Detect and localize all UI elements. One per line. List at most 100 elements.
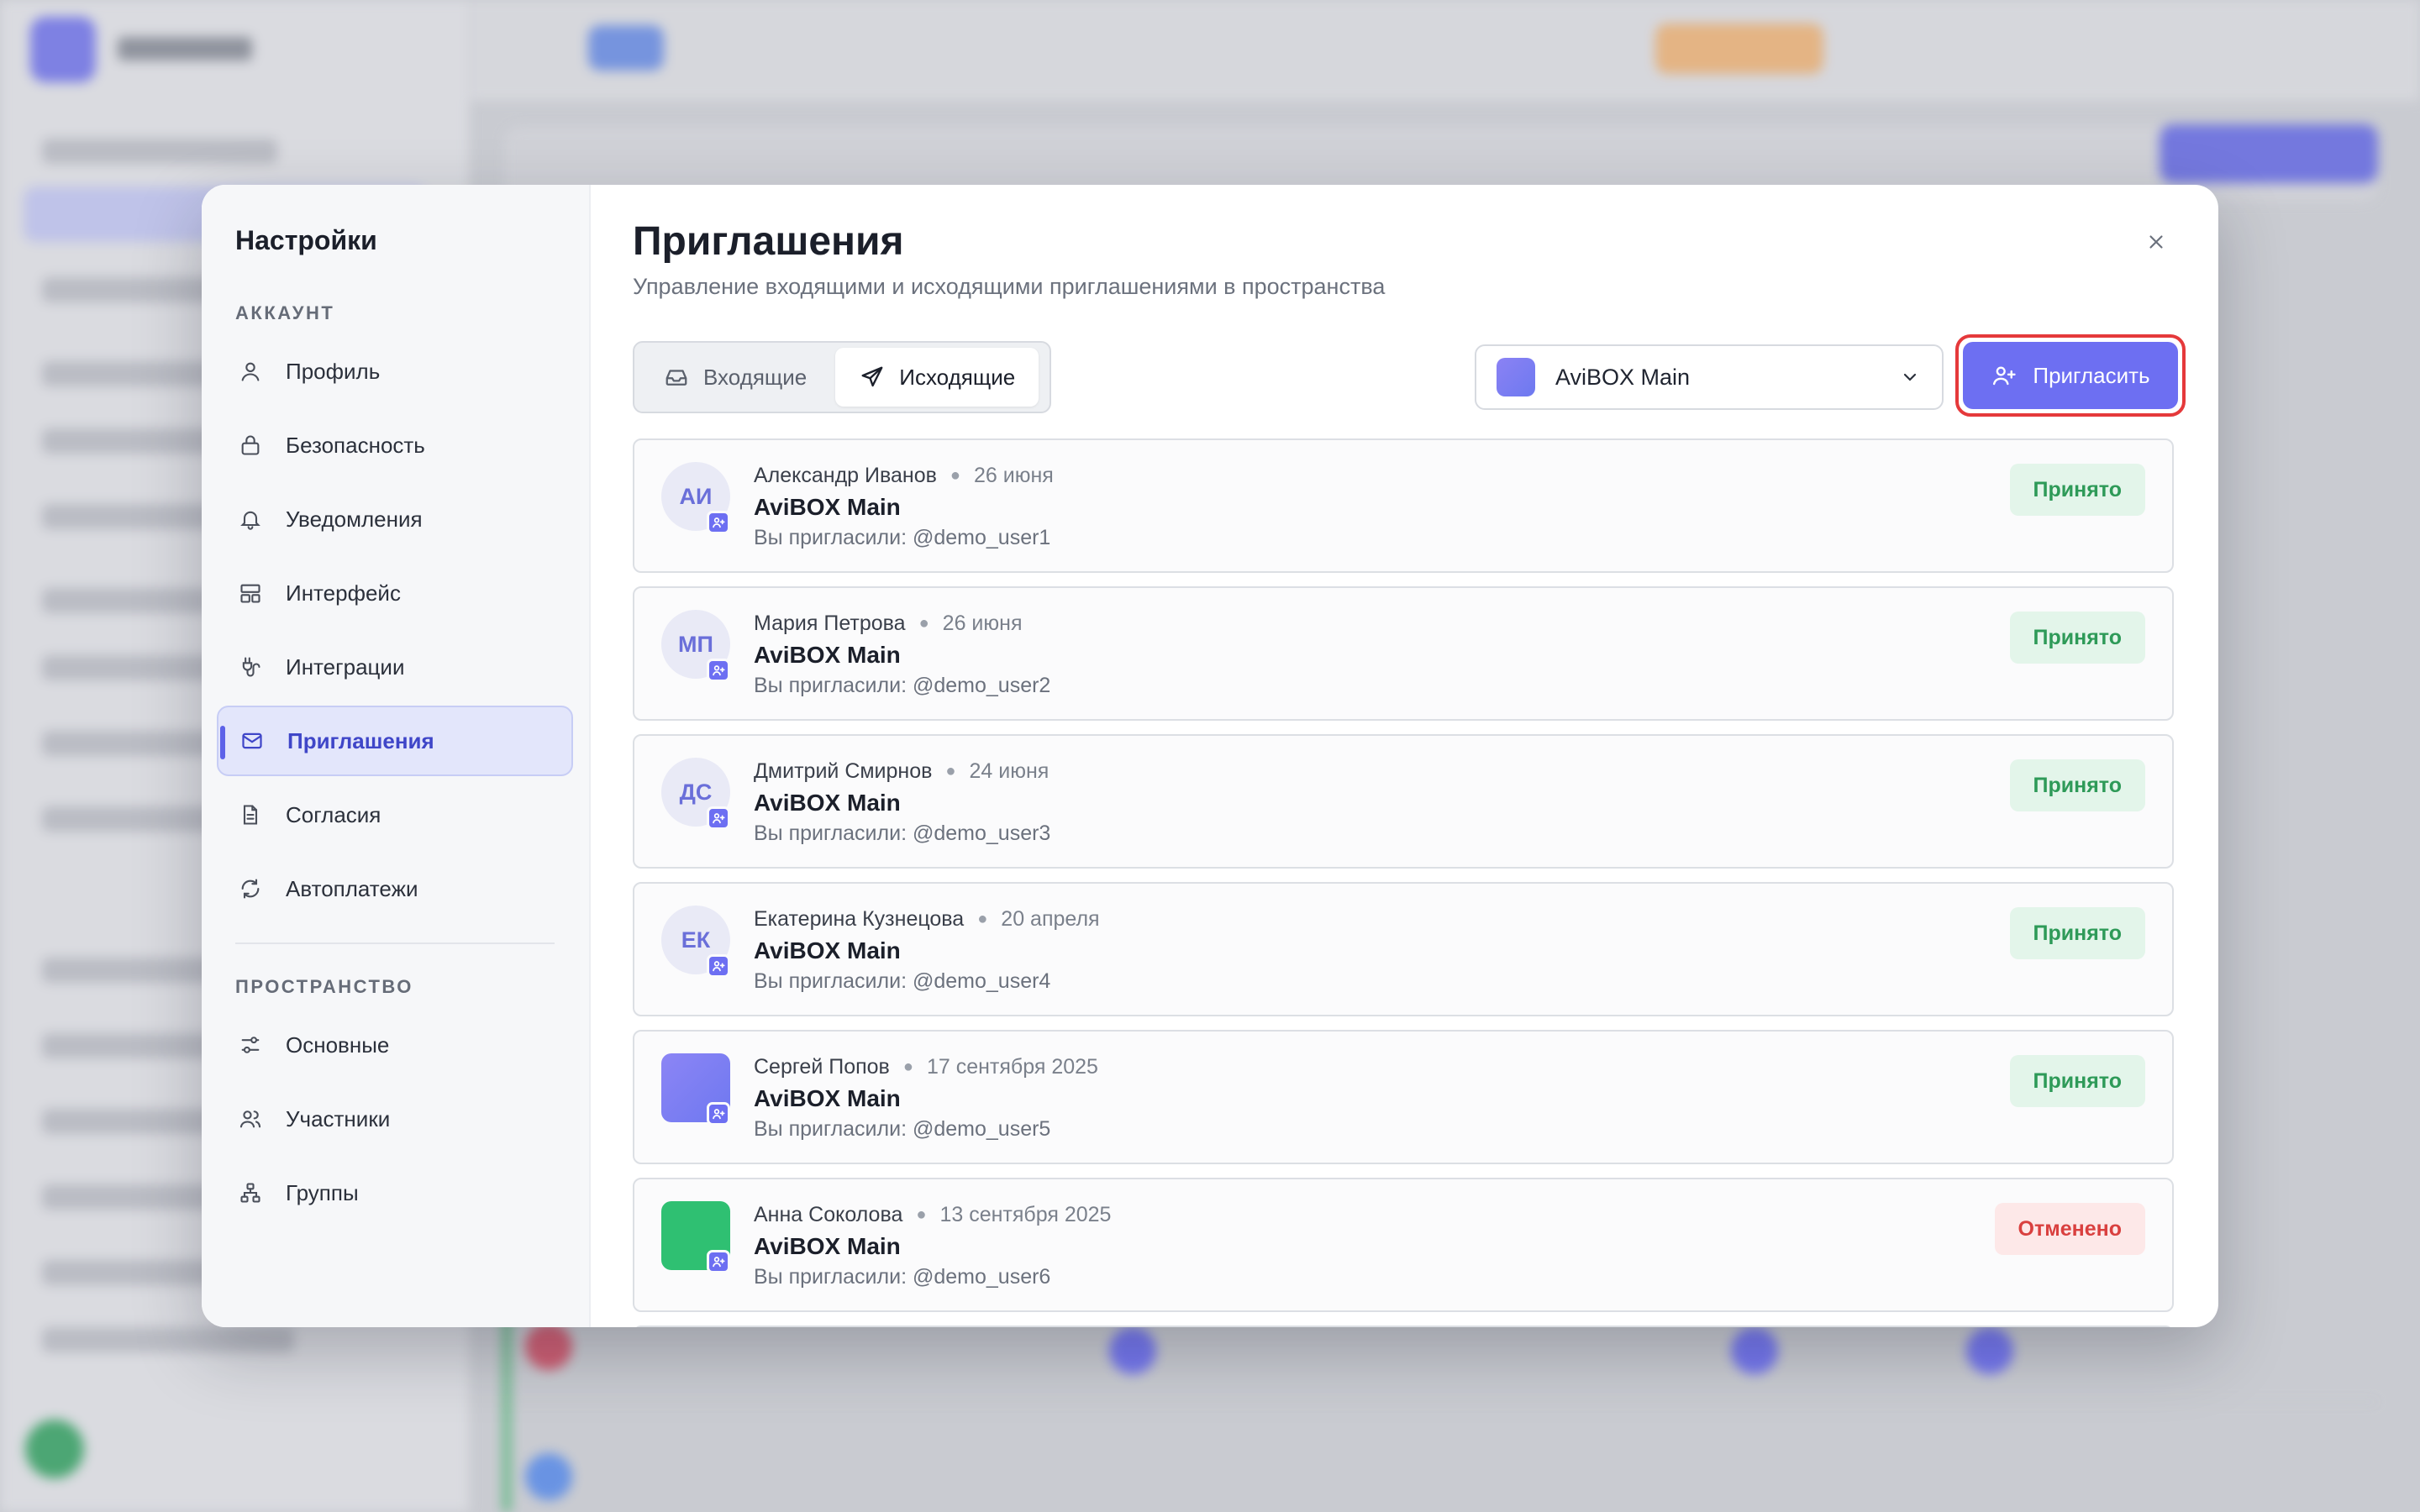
lock-icon <box>237 432 264 459</box>
invitee-name: Сергей Попов <box>754 1055 890 1079</box>
invitation-meta: Анна Соколова ● 13 сентября 2025 <box>754 1203 1111 1227</box>
background-pill <box>1655 24 1823 74</box>
background-brand <box>118 37 252 60</box>
page-subtitle: Управление входящими и исходящими пригла… <box>633 274 1386 299</box>
background-avatar <box>1109 1327 1156 1374</box>
sidebar-divider <box>235 942 555 944</box>
sidebar-item-label: Уведомления <box>286 506 423 532</box>
invitations-panel: Приглашения Управление входящими и исход… <box>591 185 2218 1327</box>
chevron-down-icon <box>1898 365 1922 389</box>
sidebar-item-integrations[interactable]: Интеграции <box>217 632 573 702</box>
invitation-date: 26 июня <box>942 612 1023 635</box>
status-badge: Принято <box>2009 1055 2145 1107</box>
sliders-icon <box>237 1032 264 1058</box>
space-section-label: ПРОСТРАНСТВО <box>235 976 413 997</box>
invited-by: Вы пригласили: @demo_user1 <box>754 526 1051 549</box>
tab-incoming[interactable]: Входящие <box>639 348 830 407</box>
separator-dot: ● <box>977 910 988 928</box>
layout-icon <box>237 580 264 606</box>
sidebar-item-label: Приглашения <box>287 727 434 753</box>
workspace-select-value: AviBOX Main <box>1555 364 1691 390</box>
invitation-space: AviBOX Main <box>754 494 901 520</box>
invitee-name: Анна Соколова <box>754 1203 903 1226</box>
send-icon <box>859 364 886 391</box>
background-nav-line <box>42 588 210 613</box>
workspace-select[interactable]: AviBOX Main <box>1475 344 1944 410</box>
background-avatar <box>525 1453 572 1500</box>
user-plus-badge-icon <box>707 1250 730 1273</box>
background-nav-line <box>42 1327 294 1352</box>
invited-by: Вы пригласили: @demo_user3 <box>754 822 1051 845</box>
invitation-card[interactable] <box>633 1326 2174 1327</box>
sidebar-item-general[interactable]: Основные <box>217 1010 573 1080</box>
background-nav-line <box>42 277 227 302</box>
tab-outgoing[interactable]: Исходящие <box>835 348 1039 407</box>
invitation-space: AviBOX Main <box>754 790 901 816</box>
sidebar-item-consents[interactable]: Согласия <box>217 780 573 850</box>
background-row <box>504 1403 2378 1512</box>
invitation-date: 17 сентября 2025 <box>926 1055 1098 1079</box>
background-nav-line <box>42 139 277 164</box>
background-avatar <box>1966 1327 2013 1374</box>
background-accent-bar <box>502 1310 511 1512</box>
sidebar-item-label: Группы <box>286 1179 359 1205</box>
invited-by: Вы пригласили: @demo_user2 <box>754 674 1051 697</box>
invitee-name: Александр Иванов <box>754 464 937 487</box>
user-plus-badge-icon <box>707 659 730 682</box>
invite-button[interactable]: Пригласить <box>1963 342 2178 409</box>
status-badge: Принято <box>2009 759 2145 811</box>
invitation-list: АИ Александр Иванов ● 26 июня AviBOX Main … <box>633 438 2174 1327</box>
separator-dot: ● <box>950 466 960 485</box>
sidebar-item-profile[interactable]: Профиль <box>217 336 573 407</box>
sidebar-item-label: Автоплатежи <box>286 875 418 901</box>
invitation-card[interactable]: ДС Дмитрий Смирнов ● 24 июня AviBOX Main В… <box>633 734 2174 869</box>
plug-icon <box>237 654 264 680</box>
sidebar-item-label: Основные <box>286 1032 390 1058</box>
hierarchy-icon <box>237 1179 264 1206</box>
invitation-card[interactable]: Анна Соколова ● 13 сентября 2025 AviBOX Ma… <box>633 1178 2174 1312</box>
status-badge: Принято <box>2009 907 2145 959</box>
sidebar-item-members[interactable]: Участники <box>217 1084 573 1154</box>
invitation-meta: Сергей Попов ● 17 сентября 2025 <box>754 1055 1098 1079</box>
invitation-space: AviBOX Main <box>754 937 901 963</box>
invitation-meta: Мария Петрова ● 26 июня <box>754 612 1022 636</box>
status-badge: Отменено <box>1994 1203 2145 1255</box>
background-avatar <box>525 1323 572 1370</box>
sidebar-item-interface[interactable]: Интерфейс <box>217 558 573 628</box>
background-avatar <box>1731 1327 1778 1374</box>
invitation-card[interactable]: МП Мария Петрова ● 26 июня AviBOX Main Вы … <box>633 586 2174 721</box>
user-plus-badge-icon <box>707 806 730 830</box>
sidebar-item-label: Интерфейс <box>286 580 401 606</box>
user-plus-icon <box>1991 362 2018 389</box>
close-button[interactable] <box>2136 223 2176 264</box>
sidebar-item-groups[interactable]: Группы <box>217 1158 573 1228</box>
user-plus-badge-icon <box>707 511 730 534</box>
invitation-space: AviBOX Main <box>754 1233 901 1259</box>
separator-dot: ● <box>916 1205 927 1224</box>
settings-sidebar: Настройки АККАУНТ Профиль Безопасность У… <box>202 185 591 1327</box>
invitation-date: 26 июня <box>974 464 1054 487</box>
tab-label: Входящие <box>703 364 808 390</box>
refresh-icon <box>237 875 264 902</box>
mail-icon <box>239 727 266 754</box>
inbox-icon <box>663 364 690 391</box>
invitation-card[interactable]: АИ Александр Иванов ● 26 июня AviBOX Main … <box>633 438 2174 573</box>
sidebar-item-label: Согласия <box>286 801 381 827</box>
users-icon <box>237 1105 264 1132</box>
invitation-card[interactable]: ЕК Екатерина Кузнецова ● 20 апреля AviBOX … <box>633 882 2174 1016</box>
settings-modal: Настройки АККАУНТ Профиль Безопасность У… <box>202 185 2218 1327</box>
sidebar-item-autopayments[interactable]: Автоплатежи <box>217 853 573 924</box>
sidebar-item-label: Интеграции <box>286 654 405 680</box>
invitation-card[interactable]: Сергей Попов ● 17 сентября 2025 AviBOX Mai… <box>633 1030 2174 1164</box>
page-title: Приглашения <box>633 219 904 264</box>
sidebar-item-label: Профиль <box>286 358 381 384</box>
invited-by: Вы пригласили: @demo_user6 <box>754 1265 1051 1289</box>
invite-button-highlight: Пригласить <box>1955 334 2186 417</box>
user-plus-badge-icon <box>707 1102 730 1126</box>
sidebar-item-invitations[interactable]: Приглашения <box>217 706 573 776</box>
sidebar-item-security[interactable]: Безопасность <box>217 410 573 480</box>
bell-icon <box>237 506 264 533</box>
sidebar-item-notifications[interactable]: Уведомления <box>217 484 573 554</box>
sidebar-item-label: Участники <box>286 1105 391 1131</box>
invitation-space: AviBOX Main <box>754 642 901 668</box>
